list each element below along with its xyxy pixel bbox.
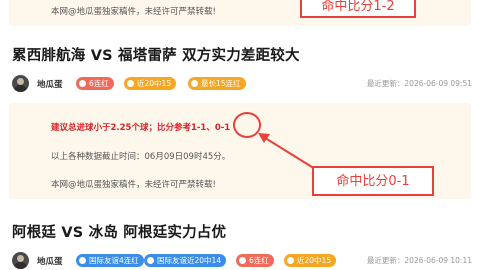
flame-icon [239,257,246,264]
callout-text: 命中比分0-1 [336,174,410,189]
badge-label: 国际友谊近20中14 [157,256,222,265]
avatar[interactable] [12,252,29,269]
article-title[interactable]: 累西腓航海 VS 福塔雷萨 双方实力差距较大 [12,44,300,65]
updated-time: 最近更新：2026-06-09 10:11 [366,256,472,265]
avatar[interactable] [12,75,29,92]
callout-text: 命中比分1-2 [321,0,395,14]
streak-badge: 6连红 [76,77,114,90]
hit-rate-badge: 近20中15 [124,77,177,90]
hit-score-callout: 命中比分1-2 [300,0,416,18]
longest-streak-badge: 最长15连红 [188,77,246,90]
globe-icon [79,257,86,264]
badge-label: 近20中15 [137,79,172,88]
badge-label: 最长15连红 [201,79,241,88]
tip-text: 建议总进球小于2.25个球；比分参考1-1、 [51,123,215,133]
badge-label: 国际友谊4连红 [89,256,139,265]
copyright-note: 本网@地瓜蛋独家稿件，未经许可严禁转载! [51,7,216,17]
medal-icon [191,80,198,87]
flame-icon [79,80,86,87]
article-meta: 地瓜蛋 国际友谊4连红 国际友谊近20中14 6连红 近20中15 最近更新：2… [12,251,472,270]
article-title[interactable]: 阿根廷 VS 冰岛 阿根廷实力占优 [12,221,226,242]
globe-icon [147,257,154,264]
stats-cutoff-note: 以上各种数据截止时间：06月09日09时45分。 [51,152,231,162]
intl-streak-badge: 国际友谊4连红 [76,254,144,267]
badge-label: 近20中15 [297,256,332,265]
streak-badge: 6连红 [236,254,274,267]
article-meta: 地瓜蛋 6连红 近20中15 最长15连红 最近更新：2026-06-09 09… [12,74,472,94]
prediction-tip: 建议总进球小于2.25个球；比分参考1-1、0-1 [51,121,230,133]
tip-score: 0-1 [214,123,231,133]
hit-score-callout: 命中比分0-1 [312,166,434,196]
intl-hit-rate-badge: 国际友谊近20中14 [144,254,227,267]
author-name[interactable]: 地瓜蛋 [37,78,63,90]
updated-time: 最近更新：2026-06-09 09:51 [366,79,472,88]
badge-label: 6连红 [89,79,109,88]
hit-rate-badge: 近20中15 [284,254,337,267]
star-icon [127,80,134,87]
badge-label: 6连红 [249,256,269,265]
author-name[interactable]: 地瓜蛋 [37,255,63,267]
score-highlight-circle [233,112,261,138]
star-icon [287,257,294,264]
copyright-note: 本网@地瓜蛋独家稿件，未经许可严禁转载! [51,180,216,190]
